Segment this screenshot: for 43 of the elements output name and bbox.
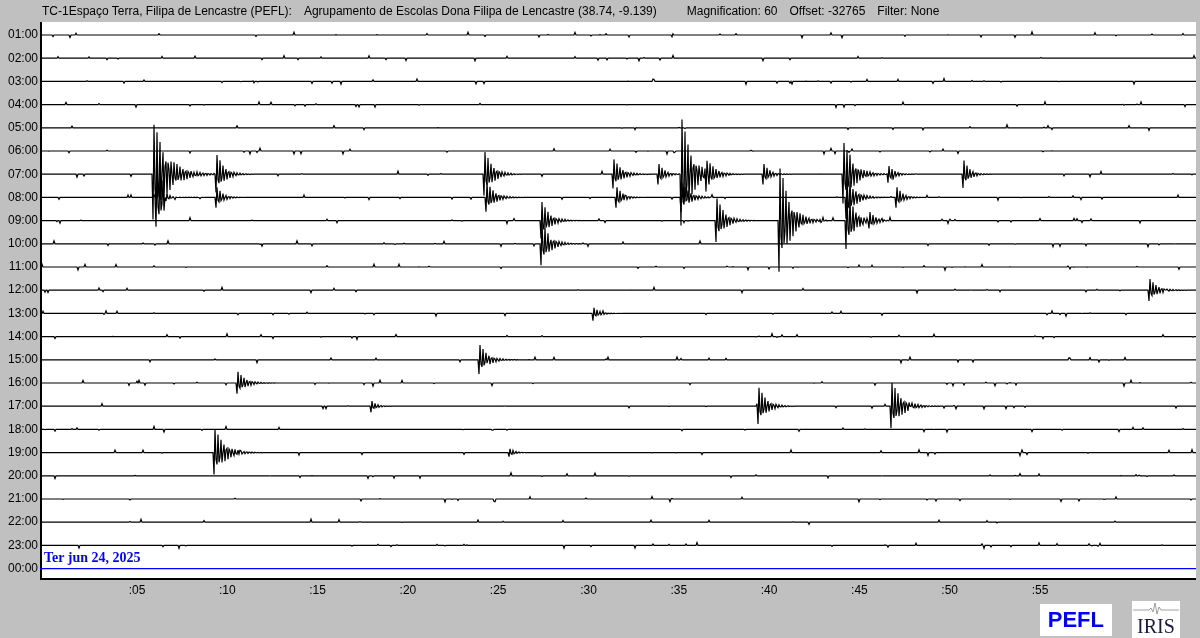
minute-tick-label: :50 xyxy=(941,583,959,597)
hour-label: 19:00 xyxy=(6,443,39,461)
minute-tick-label: :40 xyxy=(760,583,778,597)
hour-label: 09:00 xyxy=(6,211,39,229)
hour-label: 23:00 xyxy=(6,536,39,554)
minute-tick-label: :30 xyxy=(580,583,597,597)
hour-label: 13:00 xyxy=(6,304,39,322)
hour-label: 17:00 xyxy=(6,397,39,415)
filter-label: Filter: None xyxy=(877,4,940,18)
hour-label: 14:00 xyxy=(6,327,39,345)
hour-label: 07:00 xyxy=(6,165,39,183)
hour-label: 05:00 xyxy=(6,119,39,137)
minute-tick-label: :35 xyxy=(670,583,688,597)
hour-label: 00:00 xyxy=(6,559,39,577)
hour-label: 18:00 xyxy=(6,420,39,438)
hour-label: 06:00 xyxy=(6,142,39,160)
station-location: Agrupamento de Escolas Dona Filipa de Lencastre (38.74, -9.139) xyxy=(303,4,657,18)
hour-label: 03:00 xyxy=(6,72,39,90)
hour-label: 20:00 xyxy=(6,466,39,484)
hour-label: 08:00 xyxy=(6,188,39,206)
hour-label: 22:00 xyxy=(6,513,39,531)
minute-tick-label: :05 xyxy=(128,583,146,597)
minute-tick-label: :15 xyxy=(309,583,326,597)
minute-tick-label: :25 xyxy=(489,583,507,597)
hour-label: 04:00 xyxy=(6,95,39,113)
station-name: TC-1Espaço Terra, Filipa de Lencastre (PEFL): xyxy=(42,4,292,18)
date-label: Ter jun 24, 2025 xyxy=(44,551,141,565)
network-logo: IRIS xyxy=(1132,601,1180,638)
hour-label: 12:00 xyxy=(6,281,39,299)
hour-label: 15:00 xyxy=(6,351,39,368)
hour-label: 16:00 xyxy=(6,374,39,392)
minute-tick-label: :10 xyxy=(218,583,236,597)
minute-tick-label: :55 xyxy=(1031,583,1049,597)
hour-label: 10:00 xyxy=(6,235,39,253)
hour-label: 11:00 xyxy=(7,258,39,276)
magnification-label: Magnification: 60 xyxy=(686,4,778,18)
hour-label: 21:00 xyxy=(6,490,39,508)
minute-tick-label: :20 xyxy=(399,583,417,597)
hour-label: 02:00 xyxy=(6,49,39,67)
offset-label: Offset: -32765 xyxy=(789,4,866,18)
hour-label: 01:00 xyxy=(6,26,39,44)
station-logo: PEFL xyxy=(1039,604,1112,636)
minute-tick-label: :45 xyxy=(851,583,868,597)
